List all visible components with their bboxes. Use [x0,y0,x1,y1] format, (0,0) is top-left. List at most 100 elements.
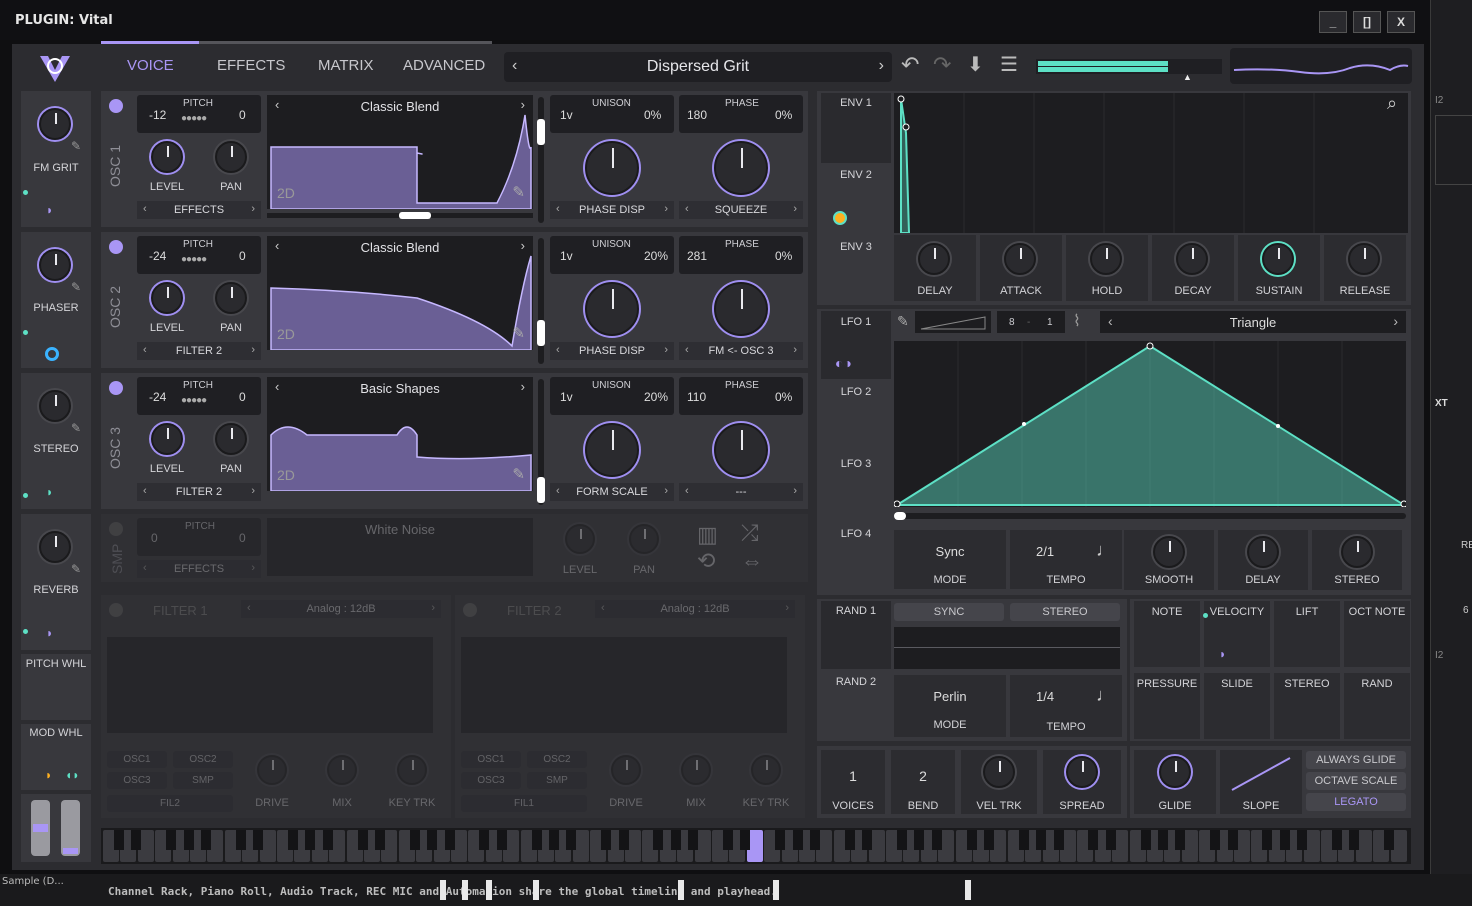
black-key[interactable] [1036,830,1047,850]
random-phase-icon[interactable]: ⤮ [741,520,759,546]
pen-icon[interactable]: ✎ [897,313,909,330]
loop-icon[interactable]: ⟲ [697,548,715,574]
filter-1-src-1[interactable]: OSC2 [173,751,233,768]
osc-2-unison-voices[interactable]: 1v [560,249,573,263]
lfo-tab-2[interactable]: LFO 2 [821,383,891,451]
tab-effects[interactable]: EFFECTS [217,57,285,74]
lfo-smooth-knob[interactable] [1153,536,1185,568]
slope-control[interactable]: SLOPE [1220,750,1302,814]
sampler-sample-display[interactable]: White Noise [267,518,533,576]
mod-source-lift[interactable]: LIFT [1274,601,1340,667]
random-tempo[interactable]: 1/4 ♩ TEMPO [1010,675,1122,737]
macro-3-knob[interactable] [39,390,71,422]
lfo-smooth-selector[interactable] [915,311,991,333]
osc-1-phase-value[interactable]: 180 [687,108,707,122]
bend-control[interactable]: 2 BEND [891,750,955,814]
sampler-pitch[interactable]: 0 PITCH 0 [137,518,261,556]
volume-marker-icon[interactable]: ▲ [1183,72,1192,82]
filter-1-knob-0[interactable] [257,755,287,785]
filter-1-model[interactable]: ‹ Analog : 12dB › [241,600,441,618]
lfo-scroll-thumb[interactable] [894,512,906,520]
black-key[interactable] [496,830,507,850]
filter-1-toggle[interactable] [109,603,123,617]
black-key[interactable] [444,830,455,850]
glide-knob[interactable] [1159,756,1191,788]
env-tab-1[interactable]: ENV 1 [821,93,891,163]
osc-3-pitch-fine[interactable]: 0 [239,390,246,404]
osc-2-unison[interactable]: 1v UNISON 20% [550,236,674,274]
mod-source-icon[interactable]: ◗ [45,768,52,782]
osc-1-frame-slider[interactable] [538,97,544,223]
macro-2-knob[interactable] [39,249,71,281]
osc-1-pitch-semi[interactable]: -12 [149,108,166,122]
black-key[interactable] [1105,830,1116,850]
black-key[interactable] [1297,830,1308,850]
sampler-dest[interactable]: ‹ EFFECTS › [137,560,261,578]
osc-2-toggle[interactable] [109,240,123,254]
mod-source-stereo[interactable]: STEREO [1274,673,1340,739]
edit-icon[interactable]: ✎ [512,465,525,483]
undo-icon[interactable]: ↶ [901,52,919,78]
black-key[interactable] [1384,830,1395,850]
sampler-pan-knob[interactable] [629,524,659,554]
mod-source-note[interactable]: NOTE [1134,601,1200,667]
black-key[interactable] [862,830,873,850]
menu-icon[interactable]: ☰ [1000,52,1018,77]
black-key[interactable] [288,830,298,850]
osc-3-unison[interactable]: 1v UNISON 20% [550,377,674,415]
lfo-graph[interactable] [894,341,1406,507]
black-key[interactable] [723,830,733,850]
filter-1-knob-1[interactable] [327,755,357,785]
mod-source-icon[interactable]: ◐◑ [835,355,852,371]
black-key[interactable] [131,830,142,850]
env-release-knob[interactable] [1348,243,1380,275]
mod-wheel[interactable] [61,800,80,856]
mod-source-oct-note[interactable]: OCT NOTE [1344,601,1410,667]
black-key[interactable] [1158,830,1168,850]
next-icon[interactable]: › [793,344,797,356]
envelope-graph[interactable] [894,93,1408,233]
osc-2-warp2-selector[interactable]: ‹ FM <- OSC 3 › [679,342,803,360]
osc-1-level-knob[interactable] [151,141,183,173]
zoom-icon[interactable]: ⌕ [1387,93,1397,114]
sampler-pitch-fine[interactable]: 0 [239,531,246,545]
next-icon[interactable]: › [664,485,668,497]
black-key[interactable] [775,830,786,850]
black-key[interactable] [322,830,333,850]
edit-icon[interactable]: ✎ [71,421,81,435]
filter-2-response[interactable] [461,637,787,733]
black-key[interactable] [914,830,925,850]
osc-1-phase[interactable]: 180 PHASE 0% [679,95,803,133]
mod-source-icon[interactable]: ◗ [46,485,53,499]
tab-advanced[interactable]: ADVANCED [403,57,485,74]
save-icon[interactable]: ⬇ [967,52,984,77]
next-icon[interactable]: › [793,203,797,215]
preset-next-icon[interactable]: › [879,57,884,75]
wavetable-scroll-thumb[interactable] [399,212,431,219]
osc-2-warp-selector[interactable]: ‹ PHASE DISP › [550,342,674,360]
osc-1-toggle[interactable] [109,99,123,113]
keytrack-icon[interactable]: ▥ [697,522,718,548]
osc-3-warp2-selector[interactable]: ‹ --- › [679,483,803,501]
osc-1-wavetable[interactable]: ‹ Classic Blend › 2D ✎ [267,95,533,209]
black-key[interactable] [427,830,438,850]
osc-1-phase-random[interactable]: 0% [775,108,792,122]
env-tab-3[interactable]: ENV 3 [821,237,891,303]
lfo-tab-4[interactable]: LFO 4 [821,525,891,593]
mod-source-rand[interactable]: RAND [1344,673,1410,739]
osc-2-destination[interactable]: ‹ FILTER 2 › [137,342,261,360]
osc-3-pan-knob[interactable] [215,423,247,455]
osc-3-unison-detune[interactable]: 20% [644,390,668,404]
env-decay-knob[interactable] [1176,243,1208,275]
osc-2-phase-random[interactable]: 0% [775,249,792,263]
black-key[interactable] [1332,830,1342,850]
sampler-toggle[interactable] [109,522,123,536]
lfo-stereo-knob[interactable] [1341,536,1373,568]
piano-keyboard[interactable] [101,828,1411,864]
black-key[interactable] [618,830,629,850]
osc-3-toggle[interactable] [109,381,123,395]
volume-meter[interactable] [1036,59,1222,74]
mod-source-icon[interactable]: ◗ [1219,647,1226,661]
rand-tab-1[interactable]: RAND 1 [821,601,891,669]
black-key[interactable] [1210,830,1221,850]
